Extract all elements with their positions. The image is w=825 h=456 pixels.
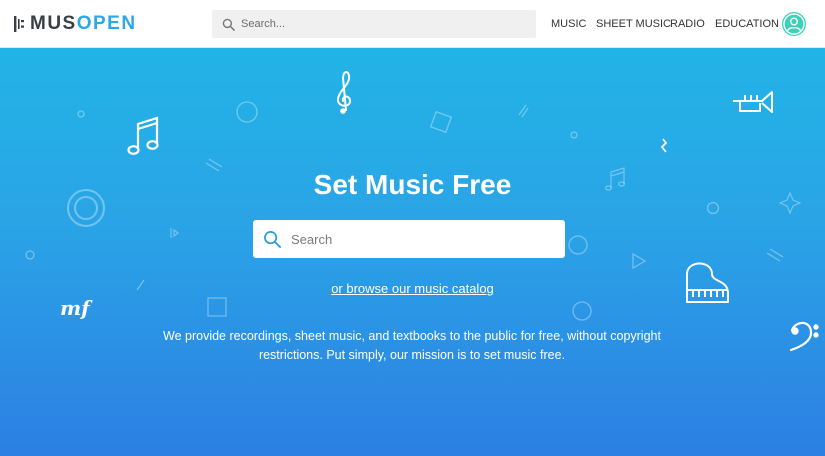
deco-circle bbox=[568, 235, 588, 255]
browse-catalog-link[interactable]: or browse our music catalog bbox=[331, 281, 494, 296]
bass-clef-icon bbox=[789, 321, 819, 352]
treble-clef-icon bbox=[336, 71, 352, 114]
browse-catalog-wrap: or browse our music catalog bbox=[0, 281, 825, 297]
deco-circle bbox=[25, 250, 35, 260]
mission-description: We provide recordings, sheet music, and … bbox=[163, 329, 661, 362]
deco-play-icon bbox=[632, 252, 647, 270]
hero-search-input[interactable] bbox=[291, 224, 551, 254]
hero-title: Set Music Free bbox=[313, 169, 512, 200]
deco-square bbox=[207, 297, 227, 317]
quarter-rest-icon bbox=[660, 138, 668, 153]
nav-education[interactable]: EDUCATION bbox=[715, 17, 779, 31]
nav-sheet-music[interactable]: SHEET MUSIC bbox=[596, 17, 671, 31]
deco-circle bbox=[77, 110, 85, 118]
musopen-logo[interactable]: MUSOPEN bbox=[14, 13, 137, 35]
nav-music[interactable]: MUSIC bbox=[551, 17, 586, 31]
logo-text: MUSOPEN bbox=[30, 13, 137, 35]
deco-circle bbox=[570, 131, 578, 139]
deco-square bbox=[429, 110, 453, 134]
dynamic-mark-mf: mf bbox=[60, 296, 93, 320]
hero-search-box[interactable] bbox=[253, 220, 565, 258]
top-header: MUSOPEN MUSIC SHEET MUSIC RADIO EDUCATIO… bbox=[0, 0, 825, 48]
logo-text-open: OPEN bbox=[76, 13, 137, 34]
music-notes-icon bbox=[127, 116, 159, 155]
deco-circle bbox=[572, 301, 592, 321]
deco-speaker-icon bbox=[170, 228, 179, 238]
header-search-box[interactable] bbox=[212, 10, 536, 38]
nav-radio[interactable]: RADIO bbox=[670, 17, 705, 31]
logo-text-mus: MUS bbox=[30, 13, 77, 34]
trumpet-icon bbox=[733, 91, 773, 113]
musopen-logo-icon bbox=[14, 16, 24, 32]
hero-section: mf Set Music Free or browse our music ca… bbox=[0, 48, 825, 456]
header-search-input[interactable] bbox=[241, 12, 521, 36]
search-icon bbox=[264, 230, 282, 248]
search-icon bbox=[222, 18, 235, 31]
deco-circle bbox=[706, 201, 720, 215]
deco-circle bbox=[236, 101, 258, 123]
user-avatar-icon[interactable] bbox=[782, 12, 806, 36]
